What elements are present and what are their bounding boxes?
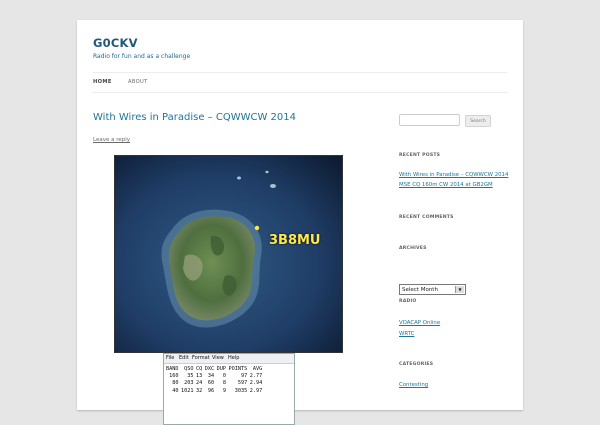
col-avg: AVG — [252, 366, 263, 372]
archives-dropdown-value: Select Month — [402, 286, 438, 293]
cell-avg: 2.77 — [249, 373, 263, 380]
cell-avg: 2.94 — [249, 380, 263, 387]
menu-edit[interactable]: Edit — [179, 355, 189, 361]
cell-avg: 2.97 — [249, 387, 263, 394]
map-svg — [115, 156, 342, 352]
cell-dup: 8 — [222, 380, 226, 387]
cell-dxc: 60 — [207, 380, 215, 387]
cell-band: 40 — [172, 387, 179, 394]
recent-posts-title: RECENT POSTS — [399, 153, 441, 158]
score-table: BAND QSO CQ DXC DUP POINTS AVG 160 35 13… — [166, 366, 265, 395]
score-table-header: BAND QSO CQ DXC DUP POINTS AVG — [166, 366, 265, 373]
table-row: 160 35 13 34 0 97 2.77 — [166, 373, 265, 380]
nav-bottom-divider — [93, 92, 507, 93]
nav-top-divider — [93, 72, 507, 73]
cell-cq: 24 — [196, 380, 203, 387]
cell-dxc: 96 — [207, 387, 215, 394]
post-title[interactable]: With Wires in Paradise – CQWWCW 2014 — [93, 112, 296, 123]
cell-qso: 203 — [184, 380, 194, 387]
cell-points: 97 — [241, 373, 248, 380]
archives-title: ARCHIVES — [399, 246, 427, 251]
table-row: 40 1021 32 96 9 3035 2.97 — [166, 388, 265, 395]
map-callsign-label: 3B8MU — [269, 233, 321, 248]
cell-dup: 9 — [222, 387, 226, 394]
cell-points: 597 — [237, 380, 248, 387]
col-band: BAND — [166, 366, 179, 372]
cell-band: 80 — [172, 380, 179, 387]
col-cq: CQ — [196, 366, 203, 372]
radio-link-voacap[interactable]: VOACAP Online — [399, 320, 440, 326]
categories-title: CATEGORIES — [399, 362, 434, 367]
search-input[interactable] — [399, 114, 460, 126]
score-window-menubar: File Edit Format View Help — [164, 354, 294, 364]
cell-dxc: 34 — [207, 373, 215, 380]
site-title[interactable]: G0CKV — [93, 36, 138, 50]
category-link[interactable]: Contesting — [399, 382, 428, 388]
table-row: 80 203 24 60 8 597 2.94 — [166, 380, 265, 387]
menu-view[interactable]: View — [212, 355, 224, 361]
archives-dropdown[interactable]: Select Month ▼ — [399, 284, 466, 295]
recent-post-link[interactable]: MSE CQ 160m CW 2014 at GB2GM — [399, 182, 493, 188]
chevron-down-icon: ▼ — [455, 286, 464, 293]
cell-cq: 32 — [196, 387, 203, 394]
radio-title: RADIO — [399, 299, 417, 304]
cell-points: 3035 — [234, 387, 248, 394]
nav-home[interactable]: HOME — [93, 79, 112, 85]
menu-file[interactable]: File — [166, 355, 174, 361]
col-qso: QSO — [184, 366, 194, 372]
nav-about[interactable]: ABOUT — [128, 79, 148, 85]
cell-band: 160 — [169, 373, 179, 380]
search-button[interactable]: Search — [465, 115, 491, 127]
cell-cq: 13 — [196, 373, 203, 380]
leave-reply-link[interactable]: Leave a reply — [93, 137, 130, 143]
col-dxc: DXC — [204, 366, 215, 372]
page-container: G0CKV Radio for fun and as a challenge H… — [77, 20, 523, 425]
radio-link-wrtc[interactable]: WRTC — [399, 331, 414, 337]
score-window: File Edit Format View Help BAND QSO CQ D… — [163, 353, 295, 425]
recent-comments-title: RECENT COMMENTS — [399, 215, 454, 220]
recent-post-link[interactable]: With Wires in Paradise – CQWWCW 2014 — [399, 172, 508, 178]
menu-format[interactable]: Format — [192, 355, 210, 361]
col-dup: DUP — [216, 366, 226, 372]
cell-dup: 0 — [222, 373, 226, 380]
menu-help[interactable]: Help — [228, 355, 239, 361]
cell-qso: 35 — [187, 373, 194, 380]
cell-qso: 1021 — [181, 387, 194, 394]
col-points: POINTS — [228, 366, 248, 372]
map-image[interactable]: 3B8MU — [114, 155, 343, 353]
site-description: Radio for fun and as a challenge — [93, 53, 191, 60]
